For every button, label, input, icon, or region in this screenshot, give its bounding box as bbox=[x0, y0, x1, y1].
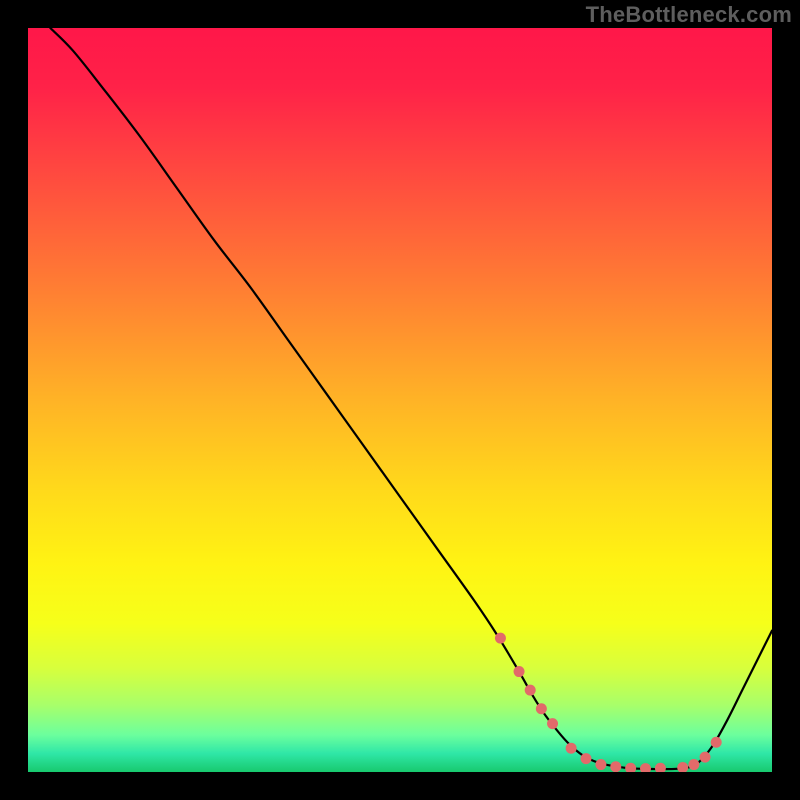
marker-dot bbox=[547, 718, 558, 729]
marker-dot bbox=[688, 759, 699, 770]
marker-dot bbox=[566, 743, 577, 754]
marker-dot bbox=[711, 737, 722, 748]
chart-frame: TheBottleneck.com bbox=[0, 0, 800, 800]
marker-dot bbox=[610, 761, 621, 772]
marker-dot bbox=[595, 759, 606, 770]
marker-dot bbox=[495, 633, 506, 644]
plot-svg bbox=[28, 28, 772, 772]
plot-area bbox=[28, 28, 772, 772]
marker-dot bbox=[581, 753, 592, 764]
watermark-label: TheBottleneck.com bbox=[586, 2, 792, 28]
marker-dot bbox=[536, 703, 547, 714]
marker-dot bbox=[525, 685, 536, 696]
marker-dot bbox=[514, 666, 525, 677]
marker-dot bbox=[700, 752, 711, 763]
gradient-background bbox=[28, 28, 772, 772]
